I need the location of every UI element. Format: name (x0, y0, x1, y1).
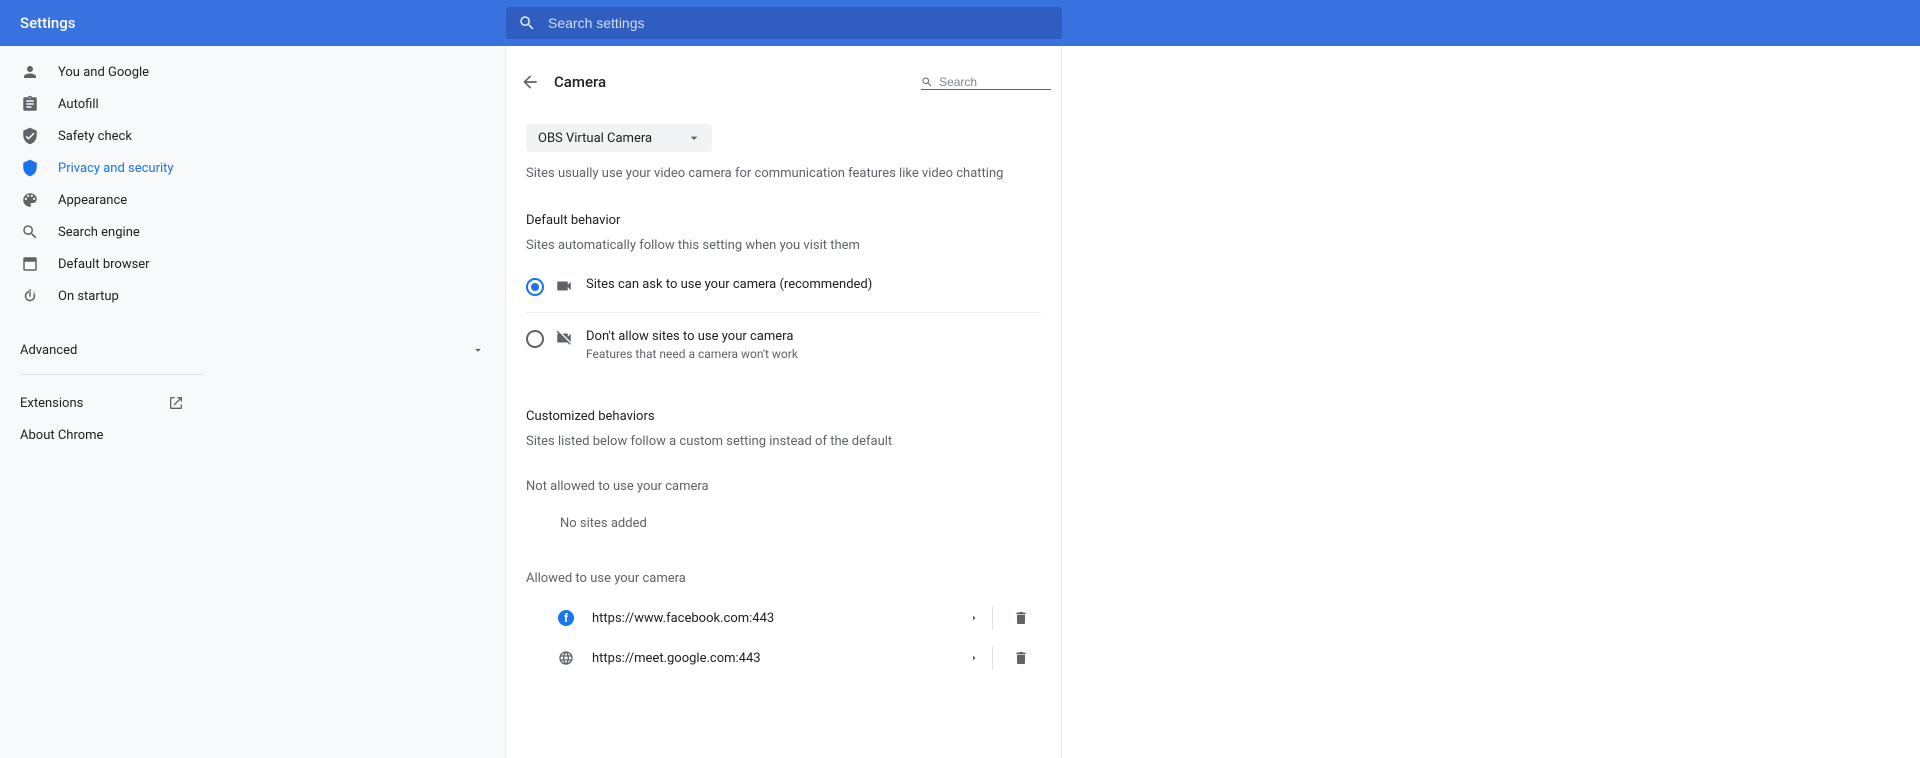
allowed-heading: Allowed to use your camera (526, 571, 1041, 586)
sidebar-item-default-browser[interactable]: Default browser (0, 248, 204, 280)
sidebar-item-privacy-security[interactable]: Privacy and security (0, 152, 204, 184)
page-title: Camera (554, 73, 921, 91)
camera-intro-text: Sites usually use your video camera for … (526, 166, 1041, 181)
radio-sites-can-ask[interactable]: Sites can ask to use your camera (recomm… (526, 261, 1041, 313)
chevron-right-icon (968, 612, 980, 624)
videocam-icon (554, 277, 574, 295)
radio-button[interactable] (526, 278, 544, 296)
delete-site-button[interactable] (1001, 610, 1041, 626)
sidebar-item-appearance[interactable]: Appearance (0, 184, 204, 216)
trash-icon (1013, 650, 1029, 666)
shield-check-icon (20, 126, 40, 146)
site-url: https://meet.google.com:443 (592, 651, 956, 666)
divider (992, 646, 993, 670)
divider (992, 606, 993, 630)
sidebar-item-on-startup[interactable]: On startup (0, 280, 204, 312)
sidebar-extensions[interactable]: Extensions (0, 387, 204, 419)
browser-icon (20, 254, 40, 274)
search-settings[interactable] (506, 7, 1062, 39)
default-behavior-sub: Sites automatically follow this setting … (526, 238, 1041, 253)
sidebar-item-label: On startup (58, 289, 119, 304)
open-in-new-icon (168, 395, 184, 411)
sidebar-item-label: Appearance (58, 193, 127, 208)
sidebar: You and Google Autofill Safety check Pri… (0, 46, 506, 758)
divider (20, 374, 204, 375)
search-icon (20, 222, 40, 242)
sidebar-item-search-engine[interactable]: Search engine (0, 216, 204, 248)
trash-icon (1013, 610, 1029, 626)
site-details-button[interactable] (956, 652, 992, 664)
sidebar-about-chrome[interactable]: About Chrome (0, 419, 204, 451)
search-icon (518, 14, 536, 32)
sidebar-item-autofill[interactable]: Autofill (0, 88, 204, 120)
main-content: Camera OBS Virtual Camera Sites usually … (506, 46, 1062, 758)
site-url: https://www.facebook.com:443 (592, 611, 956, 626)
sidebar-advanced[interactable]: Advanced (0, 330, 505, 370)
advanced-label: Advanced (20, 343, 77, 358)
chevron-down-icon (471, 343, 485, 357)
sidebar-item-label: Default browser (58, 257, 150, 272)
default-behavior-heading: Default behavior (526, 213, 1041, 228)
radio-label: Sites can ask to use your camera (recomm… (586, 277, 872, 292)
sidebar-item-label: Privacy and security (58, 161, 174, 176)
page-search[interactable] (921, 75, 1051, 90)
radio-button[interactable] (526, 330, 544, 348)
no-sites-text: No sites added (526, 494, 1041, 541)
chevron-right-icon (968, 652, 980, 664)
radio-dont-allow[interactable]: Don't allow sites to use your camera Fea… (526, 313, 1041, 377)
topbar: Settings (0, 0, 1920, 46)
sidebar-item-label: You and Google (58, 65, 149, 80)
app-title: Settings (0, 14, 506, 32)
back-button[interactable] (510, 62, 550, 102)
sidebar-item-label: Autofill (58, 97, 99, 112)
globe-icon (556, 648, 576, 668)
extensions-label: Extensions (20, 396, 83, 411)
camera-select[interactable]: OBS Virtual Camera (526, 124, 712, 152)
custom-behaviors-heading: Customized behaviors (526, 409, 1041, 424)
custom-behaviors-sub: Sites listed below follow a custom setti… (526, 434, 1041, 449)
delete-site-button[interactable] (1001, 650, 1041, 666)
person-icon (20, 62, 40, 82)
sidebar-item-label: Safety check (58, 129, 132, 144)
power-icon (20, 286, 40, 306)
allowed-site-row: https://www.facebook.com:443 (526, 598, 1041, 638)
sidebar-item-label: Search engine (58, 225, 140, 240)
videocam-off-icon (554, 329, 574, 347)
radio-label: Don't allow sites to use your camera (586, 329, 798, 344)
search-settings-input[interactable] (548, 15, 1050, 31)
allowed-site-row: https://meet.google.com:443 (526, 638, 1041, 678)
sidebar-item-safety-check[interactable]: Safety check (0, 120, 204, 152)
facebook-icon (556, 608, 576, 628)
page-search-input[interactable] (939, 75, 1051, 89)
about-label: About Chrome (20, 428, 103, 443)
palette-icon (20, 190, 40, 210)
arrow-back-icon (520, 72, 540, 92)
camera-select-value: OBS Virtual Camera (538, 131, 652, 146)
search-icon (921, 75, 933, 89)
shield-icon (20, 158, 40, 178)
chevron-down-icon (686, 130, 702, 146)
radio-sublabel: Features that need a camera won't work (586, 347, 798, 361)
sidebar-item-you-and-google[interactable]: You and Google (0, 56, 204, 88)
not-allowed-heading: Not allowed to use your camera (526, 479, 1041, 494)
clipboard-icon (20, 94, 40, 114)
site-details-button[interactable] (956, 612, 992, 624)
